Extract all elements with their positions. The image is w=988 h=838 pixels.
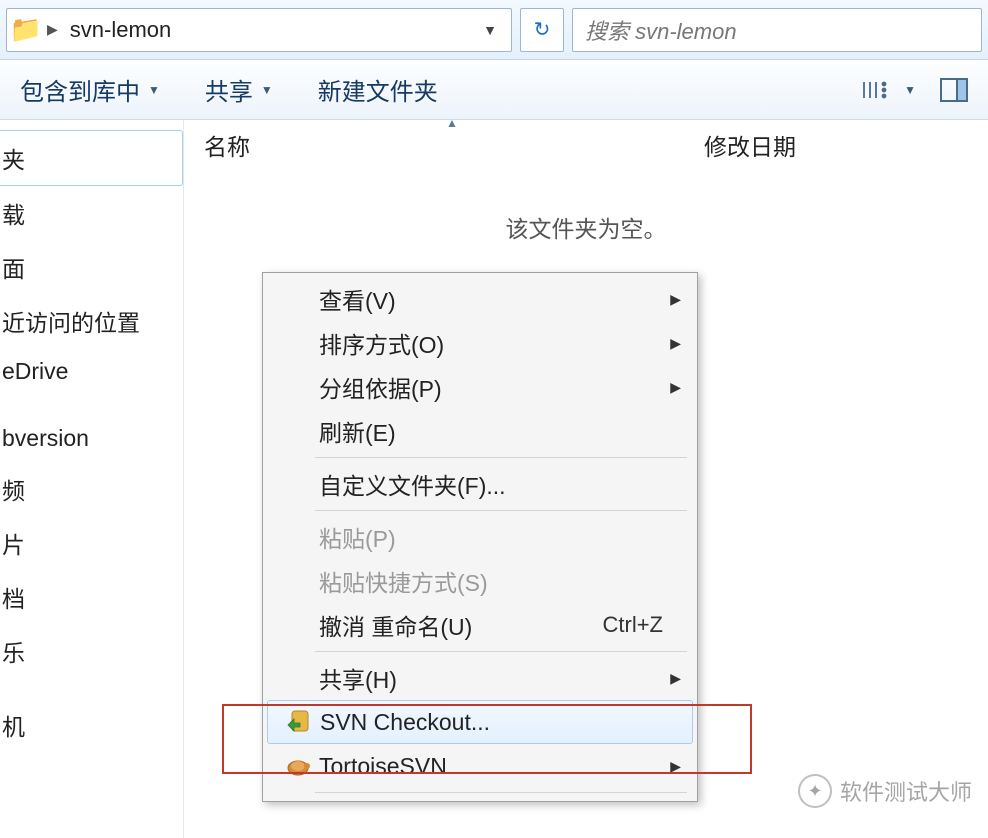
menu-separator [315,457,687,458]
preview-pane-icon [940,78,968,102]
empty-folder-message: 该文件夹为空。 [184,210,988,244]
submenu-arrow-icon: ▶ [670,291,681,308]
include-label: 包含到库中 [20,72,140,107]
search-input[interactable]: 搜索 svn-lemon [572,8,982,52]
tortoise-svn-icon [277,753,319,779]
menu-group[interactable]: 分组依据(P) ▶ [265,365,695,409]
column-headers: 名称 修改日期 [184,120,988,170]
new-folder-label: 新建文件夹 [318,72,438,107]
menu-customize-folder[interactable]: 自定义文件夹(F)... [265,462,695,506]
menu-undo-rename[interactable]: 撤消 重命名(U) Ctrl+Z [265,603,695,647]
share-label: 共享 [205,72,253,107]
folder-icon: 📁 [11,15,41,45]
menu-refresh[interactable]: 刷新(E) [265,409,695,453]
sidebar-item[interactable]: bversion [0,415,183,462]
submenu-arrow-icon: ▶ [670,670,681,687]
sidebar-item[interactable]: eDrive [0,348,183,395]
sort-indicator-icon: ▲ [446,116,458,130]
sidebar: 夹 载 面 近访问的位置 eDrive bversion 频 片 档 乐 机 [0,120,184,838]
sidebar-item[interactable]: 近访问的位置 [0,294,183,348]
sidebar-item[interactable]: 机 [0,698,183,752]
submenu-arrow-icon: ▶ [670,335,681,352]
submenu-arrow-icon: ▶ [670,758,681,775]
share-button[interactable]: 共享 ▼ [205,72,273,107]
sidebar-item[interactable]: 片 [0,516,183,570]
sidebar-spacer [0,395,183,415]
menu-share[interactable]: 共享(H) ▶ [265,656,695,700]
column-name[interactable]: 名称 [204,128,704,162]
address-dropdown-icon[interactable]: ▼ [473,22,507,38]
watermark: ✦ 软件测试大师 [798,774,972,808]
sidebar-item[interactable]: 夹 [0,130,183,186]
refresh-button[interactable]: ↻ [520,8,564,52]
view-options-button[interactable]: ▼ [862,79,916,101]
chevron-down-icon: ▼ [261,83,273,97]
include-in-library-button[interactable]: 包含到库中 ▼ [20,72,160,107]
address-row: 📁 ▶ svn-lemon ▼ ↻ 搜索 svn-lemon [0,0,988,60]
sidebar-spacer [0,678,183,698]
sidebar-item[interactable]: 频 [0,462,183,516]
wechat-icon: ✦ [798,774,832,808]
sidebar-item[interactable]: 面 [0,240,183,294]
search-placeholder: 搜索 svn-lemon [585,14,737,46]
menu-svn-checkout[interactable]: SVN Checkout... [267,700,693,744]
menu-separator [315,651,687,652]
watermark-text: 软件测试大师 [840,775,972,807]
address-bar[interactable]: 📁 ▶ svn-lemon ▼ [6,8,512,52]
view-list-icon [862,79,896,101]
refresh-icon: ↻ [534,17,551,42]
breadcrumb-separator-icon[interactable]: ▶ [41,21,64,38]
menu-separator [315,792,687,793]
sidebar-item[interactable]: 档 [0,570,183,624]
menu-sort[interactable]: 排序方式(O) ▶ [265,321,695,365]
breadcrumb-folder[interactable]: svn-lemon [64,17,177,43]
svn-checkout-icon [278,709,320,735]
menu-shortcut: Ctrl+Z [603,612,684,638]
toolbar: 包含到库中 ▼ 共享 ▼ 新建文件夹 ▼ [0,60,988,120]
submenu-arrow-icon: ▶ [670,379,681,396]
chevron-down-icon: ▼ [148,83,160,97]
toolbar-right: ▼ [862,78,968,102]
menu-tortoise-svn[interactable]: TortoiseSVN ▶ [265,744,695,788]
preview-pane-button[interactable] [940,78,968,102]
menu-paste-shortcut: 粘贴快捷方式(S) [265,559,695,603]
new-folder-button[interactable]: 新建文件夹 [318,72,438,107]
sidebar-item[interactable]: 乐 [0,624,183,678]
menu-paste: 粘贴(P) [265,515,695,559]
chevron-down-icon: ▼ [904,83,916,97]
sidebar-item[interactable]: 载 [0,186,183,240]
context-menu: 查看(V) ▶ 排序方式(O) ▶ 分组依据(P) ▶ 刷新(E) 自定义文件夹… [262,272,698,802]
menu-separator [315,510,687,511]
menu-view[interactable]: 查看(V) ▶ [265,277,695,321]
column-date[interactable]: 修改日期 [704,128,796,162]
